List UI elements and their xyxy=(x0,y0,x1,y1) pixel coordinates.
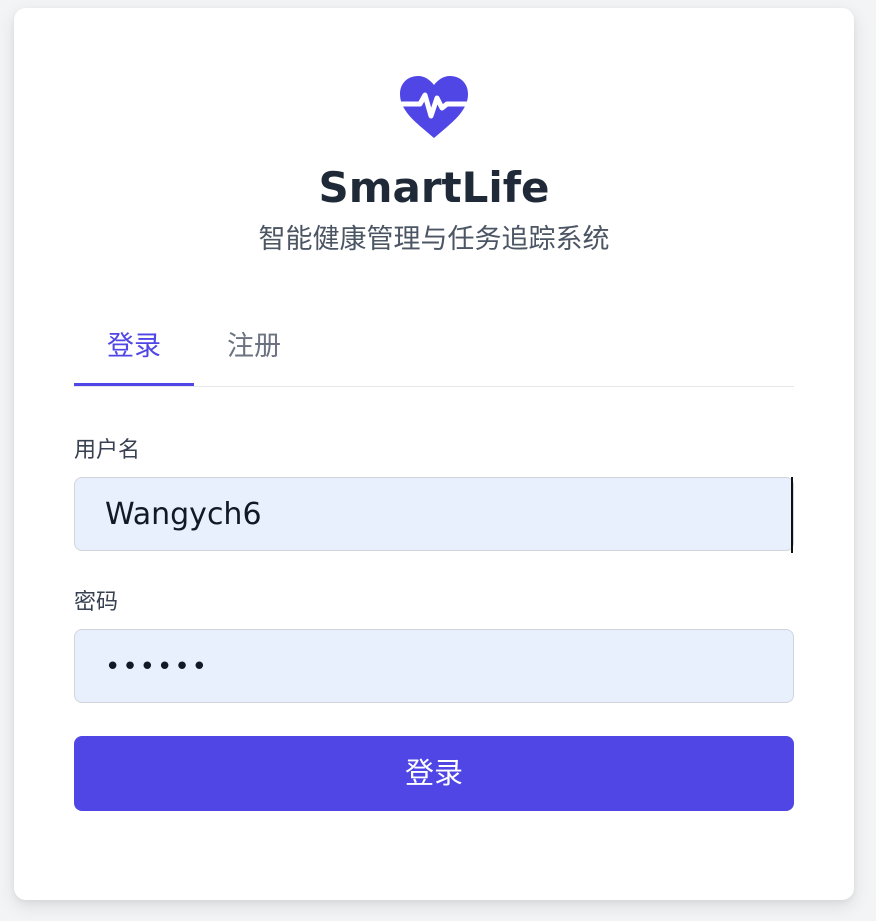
tab-register[interactable]: 注册 xyxy=(194,318,314,385)
login-button[interactable]: 登录 xyxy=(74,736,794,811)
password-input[interactable]: •••••• xyxy=(74,629,794,703)
auth-tabs: 登录 注册 xyxy=(74,318,794,387)
username-label: 用户名 xyxy=(74,438,141,463)
login-card: SmartLife 智能健康管理与任务追踪系统 登录 注册 用户名 Wangyc… xyxy=(14,8,854,900)
text-cursor xyxy=(791,477,793,553)
heart-pulse-icon xyxy=(398,76,470,138)
username-input[interactable]: Wangych6 xyxy=(74,477,794,551)
app-title: SmartLife xyxy=(318,163,550,212)
password-label: 密码 xyxy=(74,590,119,615)
app-subtitle: 智能健康管理与任务追踪系统 xyxy=(258,224,610,255)
tab-login[interactable]: 登录 xyxy=(74,318,194,386)
